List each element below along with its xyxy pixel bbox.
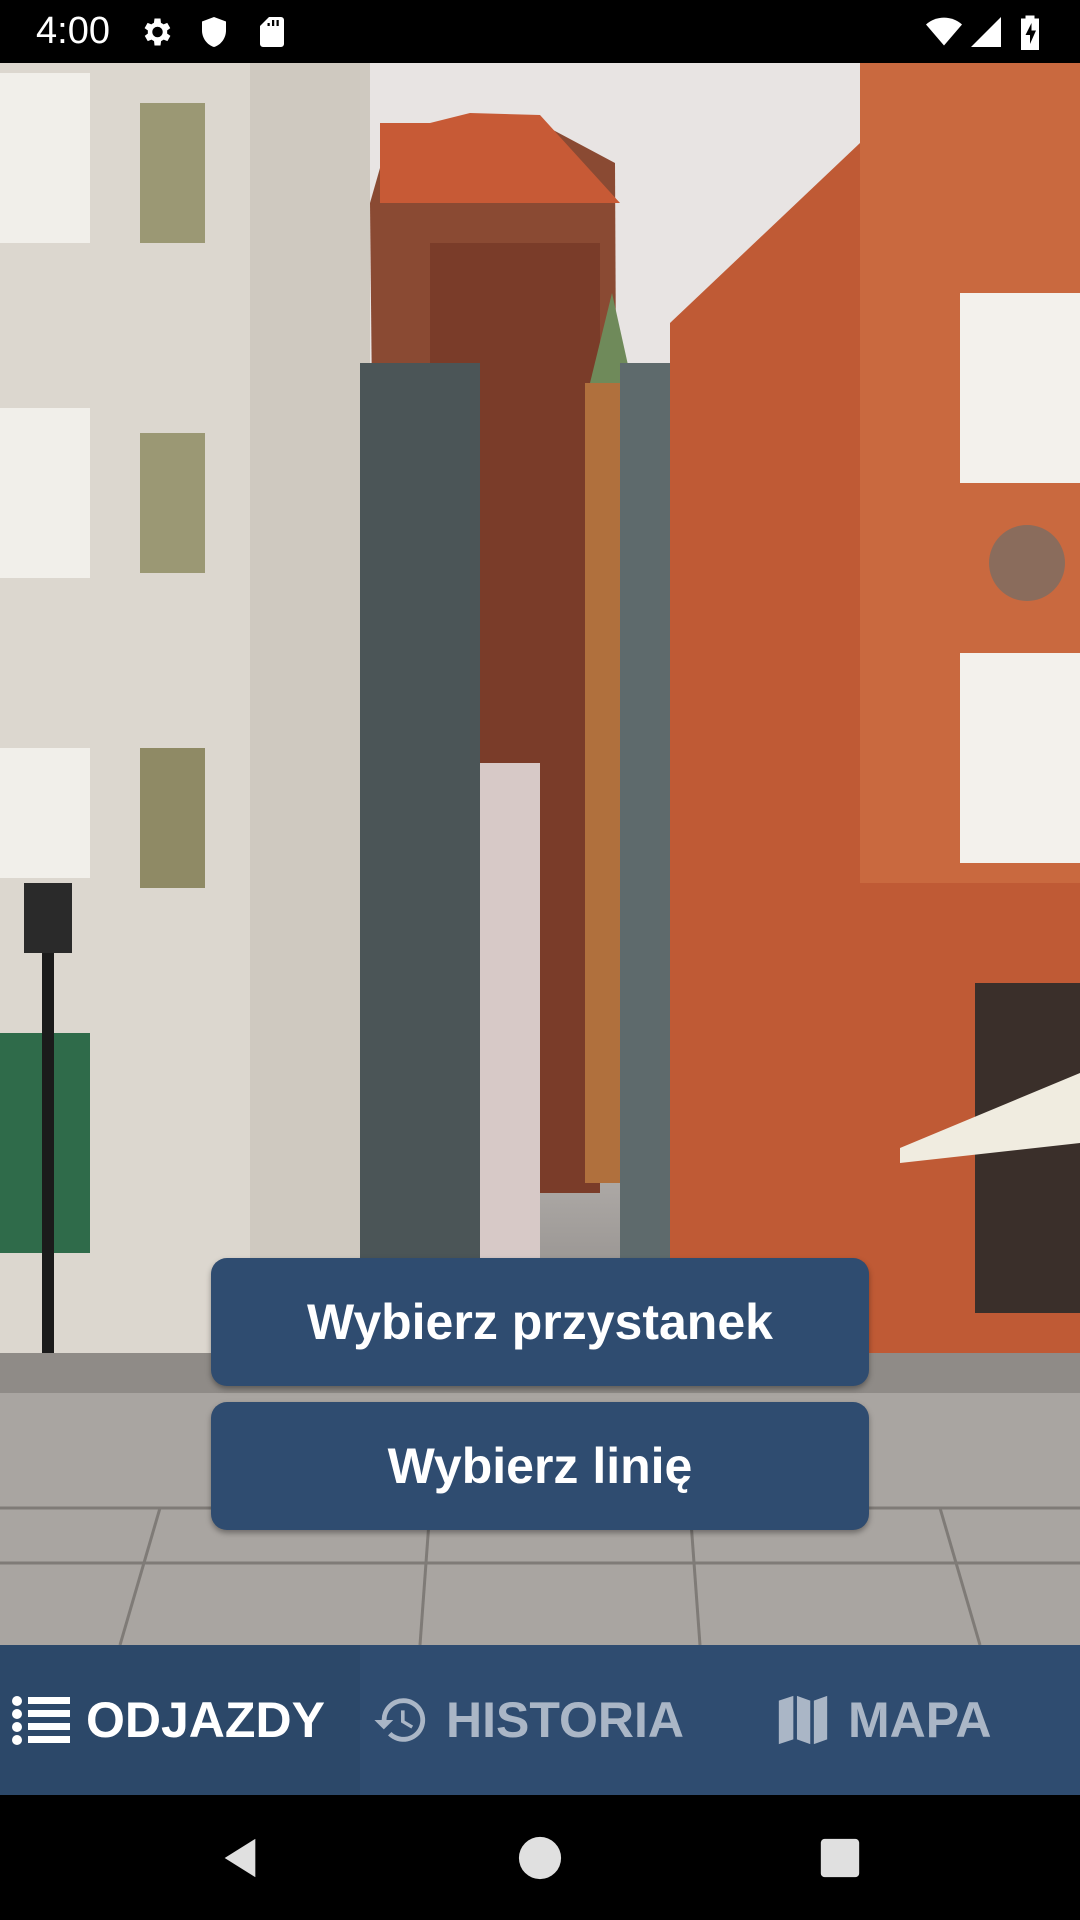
battery-charging-icon xyxy=(1016,14,1044,50)
recents-icon[interactable] xyxy=(817,1835,863,1881)
status-time: 4:00 xyxy=(36,10,110,52)
shield-icon xyxy=(196,14,232,50)
bottom-tab-bar: ODJAZDY HISTORIA MAPA xyxy=(0,1645,1080,1795)
navigation-bar xyxy=(0,1795,1080,1920)
home-icon[interactable] xyxy=(517,1835,563,1881)
cellular-signal-icon xyxy=(968,14,1004,50)
tab-historia[interactable]: HISTORIA xyxy=(372,1645,712,1795)
select-line-button[interactable]: Wybierz linię xyxy=(211,1402,869,1530)
sd-card-icon xyxy=(254,14,290,50)
tab-odjazdy[interactable]: ODJAZDY xyxy=(0,1645,360,1795)
tab-historia-label: HISTORIA xyxy=(446,1692,684,1748)
tab-mapa-label: MAPA xyxy=(848,1692,992,1748)
history-icon xyxy=(372,1691,430,1749)
select-stop-button[interactable]: Wybierz przystanek xyxy=(211,1258,869,1386)
tab-mapa[interactable]: MAPA xyxy=(774,1645,1074,1795)
wifi-icon xyxy=(922,14,966,50)
map-icon xyxy=(774,1691,832,1749)
tab-odjazdy-label: ODJAZDY xyxy=(86,1692,325,1748)
list-icon xyxy=(12,1695,70,1745)
gear-icon xyxy=(138,14,174,50)
back-icon[interactable] xyxy=(217,1835,263,1881)
status-bar: 4:00 xyxy=(0,0,1080,63)
